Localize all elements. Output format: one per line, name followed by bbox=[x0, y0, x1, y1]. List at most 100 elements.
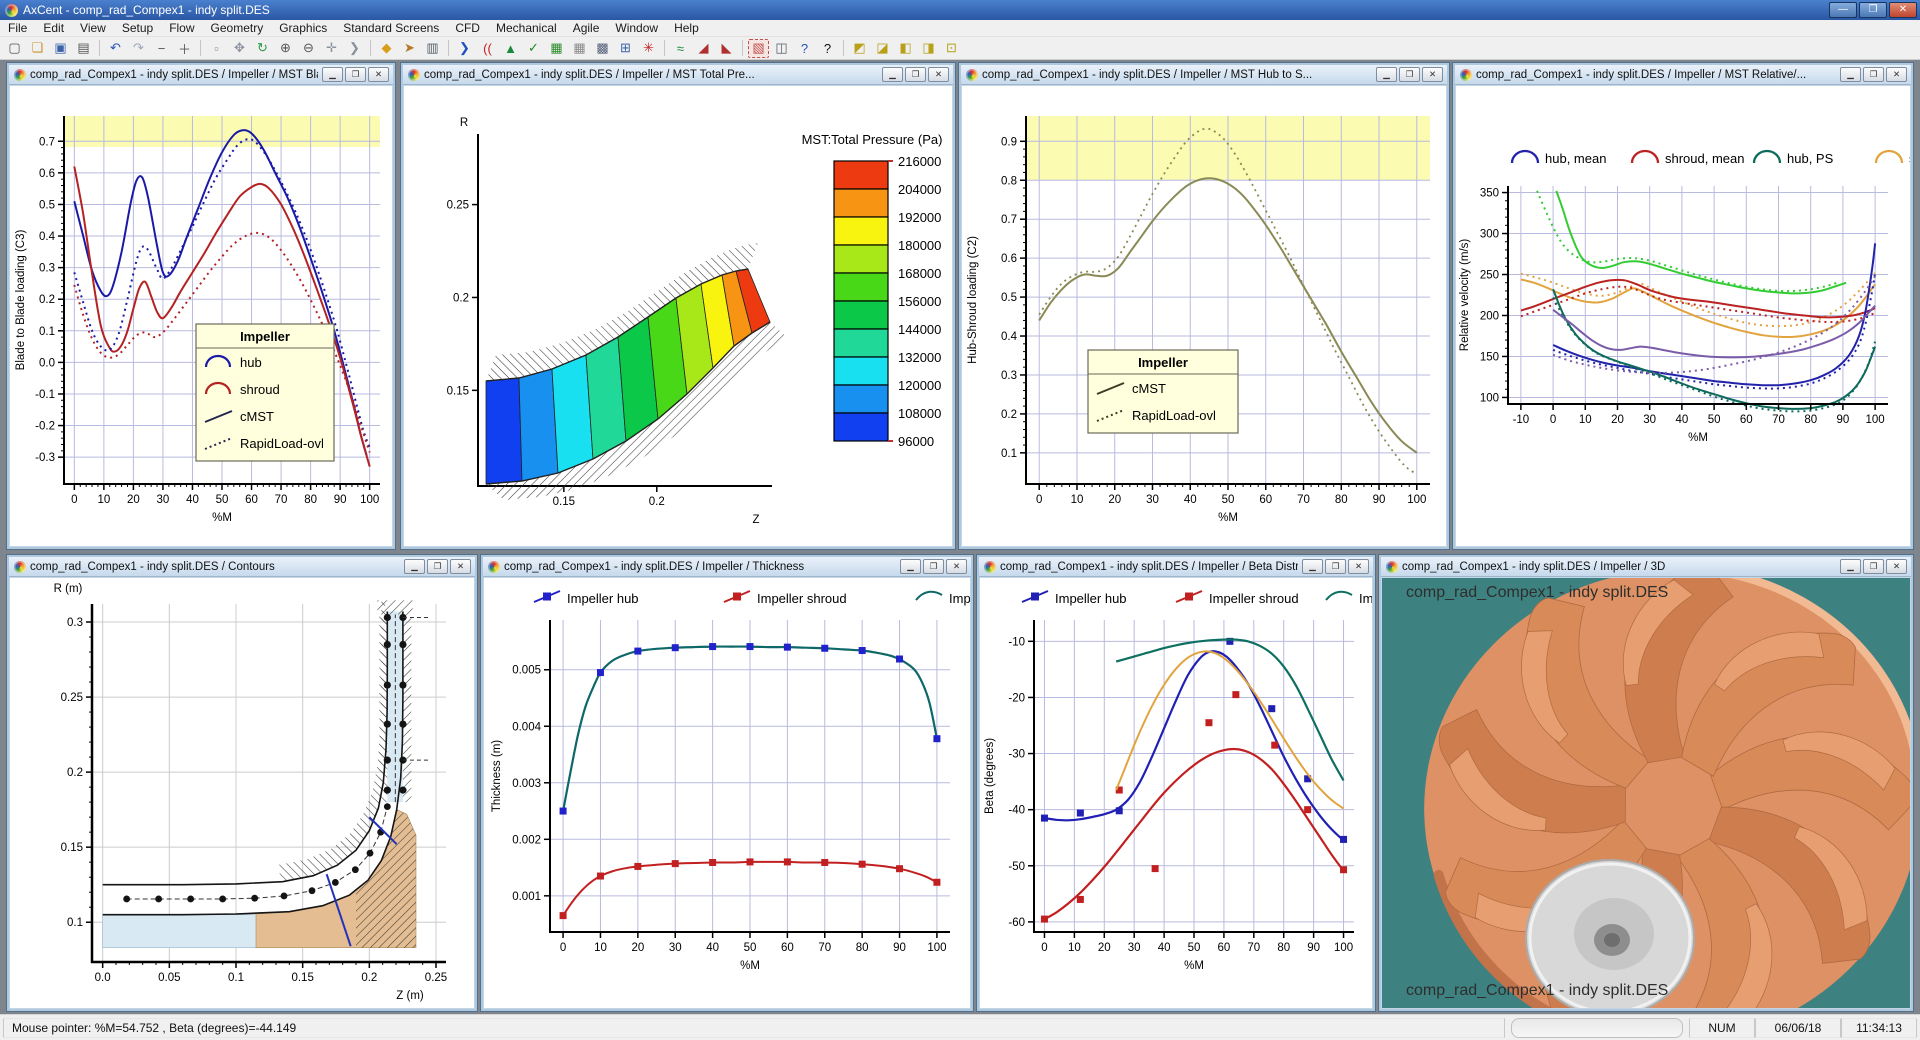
toolbar-help-button[interactable]: ? bbox=[794, 39, 815, 58]
toolbar-performance-map-button[interactable]: ≈ bbox=[670, 39, 691, 58]
window-thickness-close-button[interactable]: ✕ bbox=[946, 559, 967, 574]
toolbar-box-select-button[interactable]: ▫ bbox=[206, 39, 227, 58]
toolbar-center-view-button[interactable]: ✛ bbox=[321, 39, 342, 58]
toolbar-shrink-button[interactable]: − bbox=[151, 39, 172, 58]
toolbar-zoom-in-button[interactable]: ⊕ bbox=[275, 39, 296, 58]
window-mst-relative-velocity-restore-button[interactable]: ❐ bbox=[1863, 67, 1884, 82]
mst-total-pressure-chart[interactable]: 0.150.20.250.20.15ZRMST:Total Pressure (… bbox=[404, 86, 952, 546]
menu-geometry[interactable]: Geometry bbox=[203, 20, 272, 36]
toolbar-curvature-button[interactable]: (( bbox=[477, 39, 498, 58]
window-beta-distribution-minimize-button[interactable]: ▁ bbox=[1302, 559, 1323, 574]
toolbar-geometry-button[interactable]: ◆ bbox=[376, 39, 397, 58]
menu-setup[interactable]: Setup bbox=[114, 20, 161, 36]
window-mst-total-pressure-titlebar[interactable]: comp_rad_Compex1 - indy split.DES / Impe… bbox=[403, 65, 953, 85]
mst-relative-velocity-chart[interactable]: -100102030405060708090100350300250200150… bbox=[1456, 86, 1910, 546]
toolbar-mesh-gray-button[interactable]: ▦ bbox=[569, 39, 590, 58]
menu-agile[interactable]: Agile bbox=[565, 20, 608, 36]
mst-blade-to-blade-chart[interactable]: 01020304050607080901000.70.60.50.40.30.2… bbox=[10, 86, 392, 546]
window-thickness-restore-button[interactable]: ❐ bbox=[923, 559, 944, 574]
window-beta-distribution-close-button[interactable]: ✕ bbox=[1348, 559, 1369, 574]
window-mst-hub-to-shroud-restore-button[interactable]: ❐ bbox=[1399, 67, 1420, 82]
toolbar-data-grid-button[interactable]: ⊞ bbox=[615, 39, 636, 58]
mst-hub-to-shroud-chart[interactable]: 01020304050607080901000.90.80.70.60.50.4… bbox=[962, 86, 1446, 546]
menu-file[interactable]: File bbox=[0, 20, 35, 36]
toolbar-plot-layout-1-button[interactable]: ◩ bbox=[849, 39, 870, 58]
toolbar-report-button[interactable]: ▥ bbox=[422, 39, 443, 58]
svg-text:RapidLoad-ovl: RapidLoad-ovl bbox=[240, 436, 324, 451]
menu-graphics[interactable]: Graphics bbox=[271, 20, 335, 36]
window-mst-blade-to-blade-minimize-button[interactable]: ▁ bbox=[322, 67, 343, 82]
toolbar-save-button[interactable]: ▣ bbox=[50, 39, 71, 58]
menu-window[interactable]: Window bbox=[607, 20, 666, 36]
toolbar-rotate-view-button[interactable]: ↻ bbox=[252, 39, 273, 58]
menu-edit[interactable]: Edit bbox=[35, 20, 72, 36]
app-maximize-button[interactable]: ❐ bbox=[1859, 2, 1887, 18]
svg-text:Impe: Impe bbox=[949, 591, 970, 606]
toolbar-vane-row-button[interactable]: ▲ bbox=[500, 39, 521, 58]
toolbar-new-button[interactable]: ▢ bbox=[4, 39, 25, 58]
toolbar-mesh-3d-button[interactable]: ▦ bbox=[546, 39, 567, 58]
toolbar-copy-plot-button[interactable]: ◫ bbox=[771, 39, 792, 58]
menu-standard-screens[interactable]: Standard Screens bbox=[335, 20, 447, 36]
window-impeller-3d-restore-button[interactable]: ❐ bbox=[1863, 559, 1884, 574]
toolbar-pick-angle-button[interactable]: ❯ bbox=[344, 39, 365, 58]
window-mst-total-pressure-restore-button[interactable]: ❐ bbox=[905, 67, 926, 82]
window-thickness-minimize-button[interactable]: ▁ bbox=[900, 559, 921, 574]
toolbar-active-plot-button[interactable]: ▧ bbox=[748, 39, 769, 58]
app-minimize-button[interactable]: — bbox=[1829, 2, 1857, 18]
toolbar-blade-profile-button[interactable]: ❯ bbox=[454, 39, 475, 58]
svg-text:0.2: 0.2 bbox=[1001, 409, 1017, 421]
window-mst-relative-velocity-close-button[interactable]: ✕ bbox=[1886, 67, 1907, 82]
toolbar-context-help-button[interactable]: ? bbox=[817, 39, 838, 58]
window-impeller-3d-titlebar[interactable]: comp_rad_Compex1 - indy split.DES / Impe… bbox=[1381, 557, 1911, 577]
app-close-button[interactable]: ✕ bbox=[1889, 2, 1917, 18]
toolbar-print-button[interactable]: ▤ bbox=[73, 39, 94, 58]
toolbar-undo-button[interactable]: ↶ bbox=[105, 39, 126, 58]
toolbar-check-button[interactable]: ✓ bbox=[523, 39, 544, 58]
window-impeller-3d-close-button[interactable]: ✕ bbox=[1886, 559, 1907, 574]
thickness-chart[interactable]: 01020304050607080901000.0050.0040.0030.0… bbox=[484, 578, 970, 1008]
window-beta-distribution-titlebar[interactable]: comp_rad_Compex1 - indy split.DES / Impe… bbox=[979, 557, 1373, 577]
window-thickness-titlebar[interactable]: comp_rad_Compex1 - indy split.DES / Impe… bbox=[483, 557, 971, 577]
toolbar-redo-button[interactable]: ↷ bbox=[128, 39, 149, 58]
toolbar-plot-layout-4-button[interactable]: ◨ bbox=[918, 39, 939, 58]
toolbar-zoom-out-button[interactable]: ⊖ bbox=[298, 39, 319, 58]
window-mst-hub-to-shroud-titlebar[interactable]: comp_rad_Compex1 - indy split.DES / Impe… bbox=[961, 65, 1447, 85]
menu-view[interactable]: View bbox=[72, 20, 114, 36]
svg-text:0: 0 bbox=[1036, 494, 1042, 506]
toolbar-pan-button[interactable]: ✥ bbox=[229, 39, 250, 58]
window-contours-close-button[interactable]: ✕ bbox=[450, 559, 471, 574]
window-mst-total-pressure-minimize-button[interactable]: ▁ bbox=[882, 67, 903, 82]
window-impeller-3d-minimize-button[interactable]: ▁ bbox=[1840, 559, 1861, 574]
svg-text:0.05: 0.05 bbox=[158, 972, 180, 984]
contours-chart[interactable]: 0.00.050.10.150.20.250.30.250.20.150.1Z … bbox=[10, 578, 474, 1008]
toolbar-plot-layout-2-button[interactable]: ◪ bbox=[872, 39, 893, 58]
window-mst-blade-to-blade-restore-button[interactable]: ❐ bbox=[345, 67, 366, 82]
toolbar-blade-red-button[interactable]: ◢ bbox=[693, 39, 714, 58]
toolbar-open-button[interactable]: ❏ bbox=[27, 39, 48, 58]
window-contours-restore-button[interactable]: ❐ bbox=[427, 559, 448, 574]
window-contours-minimize-button[interactable]: ▁ bbox=[404, 559, 425, 574]
toolbar-export-curve-button[interactable]: ➤ bbox=[399, 39, 420, 58]
toolbar-solid-3d-button[interactable]: ▩ bbox=[592, 39, 613, 58]
window-mst-blade-to-blade-titlebar[interactable]: comp_rad_Compex1 - indy split.DES / Impe… bbox=[9, 65, 393, 85]
window-mst-hub-to-shroud-close-button[interactable]: ✕ bbox=[1422, 67, 1443, 82]
window-mst-relative-velocity-titlebar[interactable]: comp_rad_Compex1 - indy split.DES / Impe… bbox=[1455, 65, 1911, 85]
toolbar-plot-layout-3-button[interactable]: ◧ bbox=[895, 39, 916, 58]
window-mst-relative-velocity-minimize-button[interactable]: ▁ bbox=[1840, 67, 1861, 82]
window-beta-distribution-restore-button[interactable]: ❐ bbox=[1325, 559, 1346, 574]
window-mst-blade-to-blade-close-button[interactable]: ✕ bbox=[368, 67, 389, 82]
window-mst-hub-to-shroud-minimize-button[interactable]: ▁ bbox=[1376, 67, 1397, 82]
menu-help[interactable]: Help bbox=[666, 20, 707, 36]
menu-cfd[interactable]: CFD bbox=[447, 20, 488, 36]
toolbar-plot-layout-5-button[interactable]: ⊡ bbox=[941, 39, 962, 58]
toolbar-grow-button[interactable]: ＋ bbox=[174, 39, 195, 58]
menu-mechanical[interactable]: Mechanical bbox=[488, 20, 565, 36]
window-contours-titlebar[interactable]: comp_rad_Compex1 - indy split.DES / Cont… bbox=[9, 557, 475, 577]
menu-flow[interactable]: Flow bbox=[161, 20, 202, 36]
window-mst-total-pressure-close-button[interactable]: ✕ bbox=[928, 67, 949, 82]
toolbar-blade-red-2-button[interactable]: ◣ bbox=[716, 39, 737, 58]
impeller-3d-chart[interactable] bbox=[1382, 578, 1910, 1008]
toolbar-impact-button[interactable]: ✳ bbox=[638, 39, 659, 58]
beta-distribution-chart[interactable]: 0102030405060708090100-10-20-30-40-50-60… bbox=[980, 578, 1372, 1008]
